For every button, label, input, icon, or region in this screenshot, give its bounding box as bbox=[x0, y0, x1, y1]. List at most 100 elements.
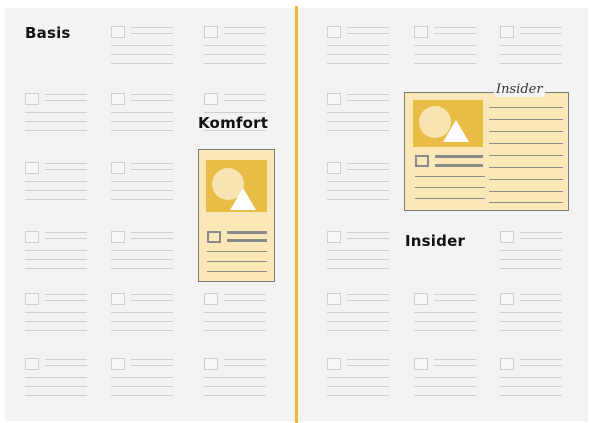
text-line bbox=[45, 294, 87, 295]
text-line bbox=[25, 268, 87, 269]
article-placeholder bbox=[414, 26, 478, 82]
text-line bbox=[111, 268, 173, 269]
text-line bbox=[500, 321, 562, 322]
text-line bbox=[347, 94, 389, 95]
text-line bbox=[131, 294, 173, 295]
ad-image-icon bbox=[413, 100, 483, 147]
text-line bbox=[25, 199, 87, 200]
text-line bbox=[327, 259, 389, 260]
text-line bbox=[204, 321, 266, 322]
text-line bbox=[520, 300, 562, 301]
text-line bbox=[204, 63, 266, 64]
article-thumbnail-icon bbox=[414, 293, 428, 305]
label-basis: Basis bbox=[25, 24, 71, 42]
text-line bbox=[45, 94, 87, 95]
text-line bbox=[131, 100, 173, 101]
text-line bbox=[347, 27, 389, 28]
text-line bbox=[224, 365, 266, 366]
text-line bbox=[45, 100, 87, 101]
text-line bbox=[327, 250, 389, 251]
text-line bbox=[347, 163, 389, 164]
text-line bbox=[347, 232, 389, 233]
text-line bbox=[347, 238, 389, 239]
article-thumbnail-icon bbox=[204, 26, 218, 38]
text-line bbox=[111, 45, 173, 46]
text-line bbox=[520, 359, 562, 360]
article-thumbnail-icon bbox=[25, 93, 39, 105]
article-placeholder bbox=[327, 293, 391, 349]
text-line bbox=[25, 395, 87, 396]
text-line bbox=[25, 377, 87, 378]
text-line bbox=[25, 112, 87, 113]
text-line bbox=[25, 259, 87, 260]
text-line bbox=[25, 190, 87, 191]
text-line bbox=[500, 330, 562, 331]
article-thumbnail-icon bbox=[25, 358, 39, 370]
text-line bbox=[204, 112, 266, 113]
article-placeholder bbox=[25, 93, 89, 149]
page-fold-line bbox=[295, 6, 298, 423]
article-placeholder bbox=[204, 358, 268, 414]
text-line bbox=[414, 386, 476, 387]
text-line bbox=[224, 100, 266, 101]
text-line bbox=[327, 54, 389, 55]
ad-image-icon bbox=[206, 160, 267, 212]
article-thumbnail-icon bbox=[500, 231, 514, 243]
label-komfort: Komfort bbox=[198, 114, 269, 132]
text-line bbox=[131, 300, 173, 301]
text-line bbox=[520, 33, 562, 34]
text-line bbox=[25, 121, 87, 122]
article-thumbnail-icon bbox=[327, 162, 341, 174]
text-line bbox=[327, 130, 389, 131]
text-line bbox=[327, 386, 389, 387]
text-line bbox=[111, 259, 173, 260]
text-line bbox=[327, 190, 389, 191]
text-line bbox=[520, 232, 562, 233]
text-line bbox=[327, 121, 389, 122]
text-line bbox=[434, 300, 476, 301]
text-line bbox=[434, 365, 476, 366]
text-line bbox=[327, 330, 389, 331]
label-insider: Insider bbox=[405, 232, 466, 250]
text-line bbox=[111, 130, 173, 131]
article-placeholder bbox=[111, 93, 175, 149]
text-line bbox=[131, 163, 173, 164]
text-line bbox=[414, 330, 476, 331]
text-line bbox=[500, 250, 562, 251]
article-placeholder bbox=[414, 358, 478, 414]
text-line bbox=[520, 294, 562, 295]
ad-thumbnail-icon bbox=[207, 231, 221, 243]
text-line bbox=[520, 238, 562, 239]
text-line bbox=[111, 330, 173, 331]
article-thumbnail-icon bbox=[25, 293, 39, 305]
text-line bbox=[500, 386, 562, 387]
article-thumbnail-icon bbox=[500, 358, 514, 370]
text-line bbox=[500, 312, 562, 313]
article-placeholder bbox=[25, 162, 89, 218]
article-placeholder bbox=[204, 293, 268, 349]
article-placeholder bbox=[500, 293, 564, 349]
text-line bbox=[25, 330, 87, 331]
text-line bbox=[520, 27, 562, 28]
text-line bbox=[25, 130, 87, 131]
ad-format-diagram: Insider Basis Komfort Insider bbox=[0, 0, 590, 423]
text-line bbox=[111, 181, 173, 182]
text-line bbox=[25, 312, 87, 313]
text-line bbox=[45, 232, 87, 233]
text-line bbox=[131, 232, 173, 233]
article-thumbnail-icon bbox=[327, 231, 341, 243]
text-line bbox=[347, 300, 389, 301]
text-line bbox=[45, 169, 87, 170]
text-line bbox=[111, 54, 173, 55]
text-line bbox=[131, 238, 173, 239]
text-line bbox=[204, 395, 266, 396]
article-placeholder bbox=[414, 293, 478, 349]
ad-thumbnail-icon bbox=[415, 155, 429, 167]
article-thumbnail-icon bbox=[414, 358, 428, 370]
article-thumbnail-icon bbox=[111, 231, 125, 243]
insider-badge: Insider bbox=[494, 82, 545, 97]
text-line bbox=[224, 294, 266, 295]
text-line bbox=[414, 54, 476, 55]
text-line bbox=[204, 45, 266, 46]
text-line bbox=[45, 359, 87, 360]
